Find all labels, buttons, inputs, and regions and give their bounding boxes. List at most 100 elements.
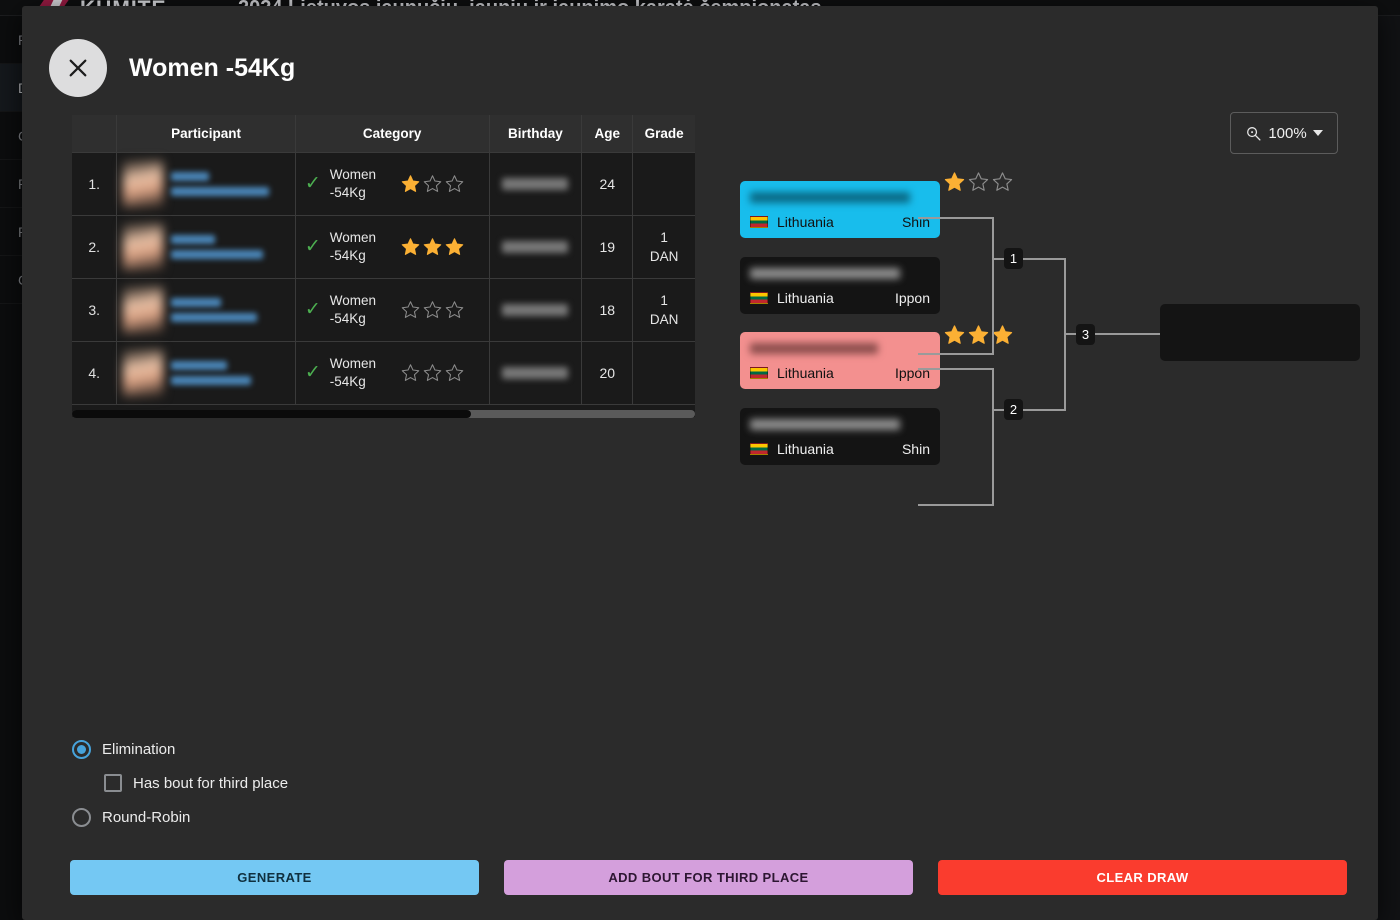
checkbox-third-place-indicator [104, 774, 122, 792]
participant-country: Lithuania [777, 365, 834, 381]
lithuania-flag-icon [750, 443, 768, 455]
column-header-grade[interactable]: Grade [633, 115, 695, 152]
star-filled-icon [401, 174, 420, 193]
column-header-index[interactable] [72, 115, 117, 152]
generate-button[interactable]: GENERATE [70, 860, 479, 895]
birthday-redacted [502, 178, 568, 190]
category-star-rating[interactable] [401, 237, 464, 256]
verified-check-icon: ✓ [296, 172, 330, 195]
participant-country: Lithuania [777, 214, 834, 230]
lithuania-flag-icon [750, 292, 768, 304]
row-index-cell: 4. [72, 341, 117, 404]
table-row[interactable]: 3.✓Women -54Kg181DAN [72, 278, 695, 341]
verified-check-icon: ✓ [296, 298, 330, 321]
lithuania-flag-icon [750, 216, 768, 228]
table-horizontal-scrollbar[interactable] [72, 410, 695, 418]
participant-name-redacted [750, 268, 900, 279]
star-filled-icon [968, 324, 989, 345]
star-outline-icon [445, 300, 464, 319]
row-index: 2. [72, 239, 116, 255]
bout-1-star-rating [944, 171, 1013, 192]
grade-cell [633, 152, 695, 215]
star-outline-icon [968, 171, 989, 192]
participant-name-redacted [171, 235, 263, 259]
magnifier-icon [1245, 125, 1262, 142]
participant-name-redacted [750, 419, 900, 430]
star-filled-icon [401, 237, 420, 256]
grade-value: 1DAN [633, 291, 695, 329]
star-filled-icon [944, 171, 965, 192]
table-header-row: Participant Category Birthday Age Grade [72, 115, 695, 152]
birthday-redacted [502, 304, 568, 316]
tournament-bracket: Lithuania Shin Lithuania Ippon Lithuania… [718, 146, 1358, 496]
bout-number-badge-2[interactable]: 2 [1004, 399, 1023, 420]
close-icon[interactable] [49, 39, 107, 97]
category-cell: ✓Women -54Kg [295, 341, 489, 404]
participant-cell[interactable] [117, 341, 295, 404]
bout-number-badge-3[interactable]: 3 [1076, 324, 1095, 345]
avatar [123, 349, 163, 397]
column-header-participant[interactable]: Participant [117, 115, 295, 152]
table-body: 1.✓Women -54Kg242.✓Women -54Kg191DAN3.✓W… [72, 152, 695, 404]
clear-draw-button[interactable]: CLEAR DRAW [938, 860, 1347, 895]
category-star-rating[interactable] [401, 300, 464, 319]
participant-cell[interactable] [117, 215, 295, 278]
column-header-birthday[interactable]: Birthday [489, 115, 582, 152]
modal-title: Women -54Kg [129, 54, 295, 83]
scrollbar-thumb[interactable] [72, 410, 471, 418]
bracket-slot-2[interactable]: Lithuania Ippon [740, 257, 940, 314]
connector-line [992, 368, 994, 506]
birthday-cell [489, 341, 582, 404]
bracket-slot-1[interactable]: Lithuania Shin [740, 181, 940, 238]
row-index: 4. [72, 365, 116, 381]
grade-cell: 1DAN [633, 278, 695, 341]
bracket-slot-final[interactable] [1160, 304, 1360, 361]
radio-elimination[interactable]: Elimination [72, 732, 288, 766]
star-filled-icon [423, 237, 442, 256]
bracket-slot-3[interactable]: Lithuania Ippon [740, 332, 940, 389]
radio-elimination-label: Elimination [102, 741, 175, 758]
star-filled-icon [445, 237, 464, 256]
age-cell: 24 [582, 152, 633, 215]
close-glyph [67, 57, 89, 79]
grade-cell: 1DAN [633, 215, 695, 278]
age-cell: 19 [582, 215, 633, 278]
grade-cell [633, 341, 695, 404]
age-cell: 18 [582, 278, 633, 341]
category-label: Women -54Kg [330, 229, 396, 265]
table-row[interactable]: 1.✓Women -54Kg24 [72, 152, 695, 215]
category-star-rating[interactable] [401, 174, 464, 193]
star-outline-icon [423, 174, 442, 193]
bracket-slot-4[interactable]: Lithuania Shin [740, 408, 940, 465]
checkbox-third-place[interactable]: Has bout for third place [104, 766, 288, 800]
bout-2-star-rating [944, 324, 1013, 345]
connector-line [918, 504, 994, 506]
participant-name-redacted [171, 298, 257, 322]
checkbox-third-place-label: Has bout for third place [133, 775, 288, 792]
star-outline-icon [445, 363, 464, 382]
radio-round-robin-label: Round-Robin [102, 809, 190, 826]
category-cell: ✓Women -54Kg [295, 152, 489, 215]
bout-number-badge-1[interactable]: 1 [1004, 248, 1023, 269]
age-value: 19 [582, 239, 632, 255]
column-header-age[interactable]: Age [582, 115, 633, 152]
radio-round-robin[interactable]: Round-Robin [72, 800, 288, 834]
row-index: 3. [72, 302, 116, 318]
table-row[interactable]: 2. ✓Women -54Kg 191DAN [72, 215, 695, 278]
star-outline-icon [423, 363, 442, 382]
connector-line [918, 217, 994, 219]
participant-cell[interactable] [117, 152, 295, 215]
verified-check-icon: ✓ [296, 361, 330, 384]
star-outline-icon [423, 300, 442, 319]
participants-table: Participant Category Birthday Age Grade … [72, 115, 695, 417]
column-header-category[interactable]: Category [295, 115, 489, 152]
participant-cell[interactable] [117, 278, 295, 341]
table-row[interactable]: 4.✓Women -54Kg20 [72, 341, 695, 404]
avatar [123, 286, 163, 334]
category-star-rating[interactable] [401, 363, 464, 382]
star-filled-icon [992, 324, 1013, 345]
verified-check-icon: ✓ [296, 235, 330, 258]
star-outline-icon [401, 363, 420, 382]
participant-name-redacted [171, 361, 251, 385]
add-bout-third-place-button[interactable]: ADD BOUT FOR THIRD PLACE [504, 860, 913, 895]
